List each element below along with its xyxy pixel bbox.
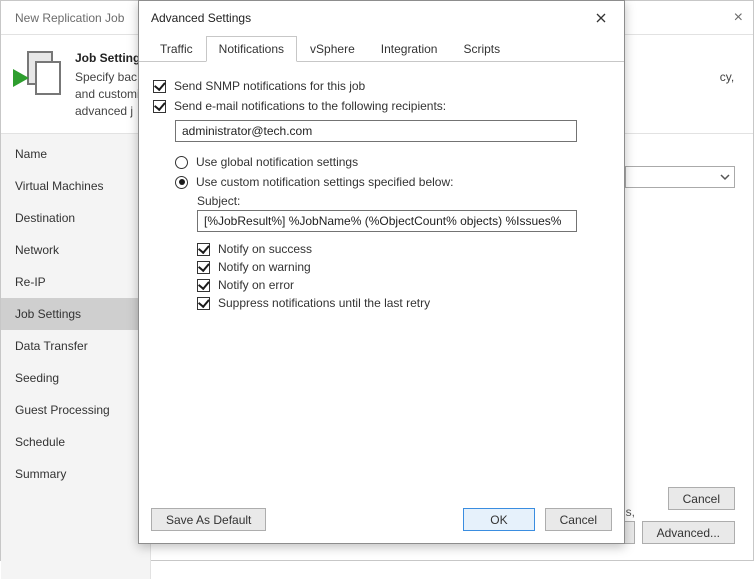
custom-settings-radio[interactable] [175, 176, 188, 189]
email-checkbox[interactable] [153, 100, 166, 113]
tab-scripts[interactable]: Scripts [450, 36, 513, 62]
notify-warning-checkbox[interactable] [197, 261, 210, 274]
sidebar-item-destination[interactable]: Destination [1, 202, 150, 234]
sidebar-item-virtual-machines[interactable]: Virtual Machines [1, 170, 150, 202]
notify-success-label: Notify on success [218, 242, 312, 256]
chevron-down-icon [720, 172, 730, 182]
advanced-button[interactable]: Advanced... [642, 521, 735, 544]
suppress-retry-checkbox[interactable] [197, 297, 210, 310]
dialog-titlebar: Advanced Settings [139, 1, 624, 35]
global-settings-radio-row[interactable]: Use global notification settings [175, 152, 610, 172]
notify-success-checkbox[interactable] [197, 243, 210, 256]
sidebar-item-data-transfer[interactable]: Data Transfer [1, 330, 150, 362]
snmp-checkbox-row[interactable]: Send SNMP notifications for this job [153, 76, 610, 96]
tab-vsphere[interactable]: vSphere [297, 36, 368, 62]
snmp-checkbox[interactable] [153, 80, 166, 93]
notify-warning-row[interactable]: Notify on warning [197, 258, 610, 276]
wizard-close-icon[interactable]: × [734, 10, 743, 26]
notifications-panel: Send SNMP notifications for this job Sen… [139, 62, 624, 498]
hint-text-fragment: s, [626, 505, 635, 519]
sidebar-item-schedule[interactable]: Schedule [1, 426, 150, 458]
cancel-button[interactable]: Cancel [545, 508, 612, 531]
email-checkbox-row[interactable]: Send e-mail notifications to the followi… [153, 96, 610, 116]
subject-input[interactable]: [%JobResult%] %JobName% (%ObjectCount% o… [197, 210, 577, 232]
notify-warning-label: Notify on warning [218, 260, 311, 274]
save-as-default-button[interactable]: Save As Default [151, 508, 266, 531]
sidebar-item-guest-processing[interactable]: Guest Processing [1, 394, 150, 426]
sidebar-item-summary[interactable]: Summary [1, 458, 150, 490]
dialog-title: Advanced Settings [151, 11, 251, 25]
notify-error-row[interactable]: Notify on error [197, 276, 610, 294]
email-label: Send e-mail notifications to the followi… [174, 99, 446, 113]
dialog-footer: Save As Default OK Cancel [139, 498, 624, 543]
wizard-cancel-button[interactable]: Cancel [668, 487, 735, 510]
snmp-label: Send SNMP notifications for this job [174, 79, 365, 93]
advanced-settings-dialog: Advanced Settings TrafficNotificationsvS… [138, 0, 625, 544]
wizard-sidebar: NameVirtual MachinesDestinationNetworkRe… [1, 134, 151, 579]
sidebar-item-name[interactable]: Name [1, 138, 150, 170]
tab-traffic[interactable]: Traffic [147, 36, 206, 62]
suppress-retry-label: Suppress notifications until the last re… [218, 296, 430, 310]
tab-integration[interactable]: Integration [368, 36, 451, 62]
job-icon [17, 51, 61, 95]
tabstrip: TrafficNotificationsvSphereIntegrationSc… [139, 35, 624, 62]
suppress-retry-row[interactable]: Suppress notifications until the last re… [197, 294, 610, 312]
sidebar-item-network[interactable]: Network [1, 234, 150, 266]
email-recipients-input[interactable]: administrator@tech.com [175, 120, 577, 142]
close-icon [596, 13, 606, 23]
wizard-title: New Replication Job [15, 11, 124, 25]
custom-settings-radio-row[interactable]: Use custom notification settings specifi… [175, 172, 610, 192]
sidebar-item-re-ip[interactable]: Re-IP [1, 266, 150, 298]
tab-notifications[interactable]: Notifications [206, 36, 297, 62]
repository-dropdown[interactable] [625, 166, 735, 188]
sidebar-item-seeding[interactable]: Seeding [1, 362, 150, 394]
custom-settings-label: Use custom notification settings specifi… [196, 175, 453, 189]
wizard-footer: Advanced... [642, 521, 735, 544]
notify-success-row[interactable]: Notify on success [197, 240, 610, 258]
notify-error-checkbox[interactable] [197, 279, 210, 292]
global-settings-label: Use global notification settings [196, 155, 358, 169]
ok-button[interactable]: OK [463, 508, 534, 531]
global-settings-radio[interactable] [175, 156, 188, 169]
notify-error-label: Notify on error [218, 278, 294, 292]
subject-label: Subject: [197, 194, 610, 208]
sidebar-item-job-settings[interactable]: Job Settings [1, 298, 150, 330]
close-button[interactable] [586, 7, 616, 29]
